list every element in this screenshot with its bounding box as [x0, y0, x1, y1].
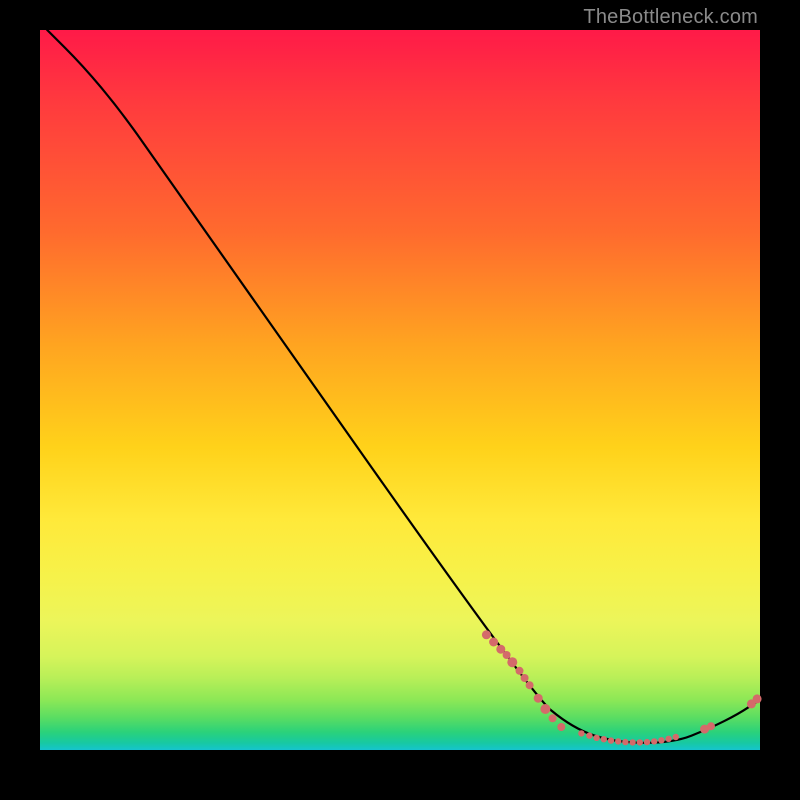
data-point	[526, 681, 534, 689]
data-point	[507, 657, 517, 667]
data-point	[516, 667, 524, 675]
data-point	[601, 736, 607, 742]
chart-stage: TheBottleneck.com	[0, 0, 800, 800]
plot-area	[40, 30, 760, 750]
data-point	[521, 674, 529, 682]
data-point	[534, 694, 543, 703]
data-point	[482, 630, 491, 639]
data-point	[665, 736, 671, 742]
data-point	[503, 651, 511, 659]
data-point	[608, 737, 614, 743]
data-point	[753, 694, 762, 703]
chart-svg	[40, 30, 760, 750]
data-point	[489, 638, 498, 647]
data-point	[673, 734, 679, 740]
watermark-label: TheBottleneck.com	[583, 6, 758, 29]
data-point	[578, 730, 584, 736]
data-point	[637, 739, 643, 745]
data-point	[644, 739, 650, 745]
data-point	[651, 738, 657, 744]
data-point	[586, 732, 592, 738]
performance-curve	[47, 30, 760, 743]
data-point	[658, 737, 664, 743]
data-point	[540, 704, 550, 714]
data-point	[615, 738, 621, 744]
data-point	[557, 723, 565, 731]
marker-group	[482, 630, 762, 745]
data-point	[622, 739, 628, 745]
data-point	[629, 739, 635, 745]
data-point	[549, 714, 557, 722]
data-point	[707, 722, 715, 730]
data-point	[593, 735, 599, 741]
